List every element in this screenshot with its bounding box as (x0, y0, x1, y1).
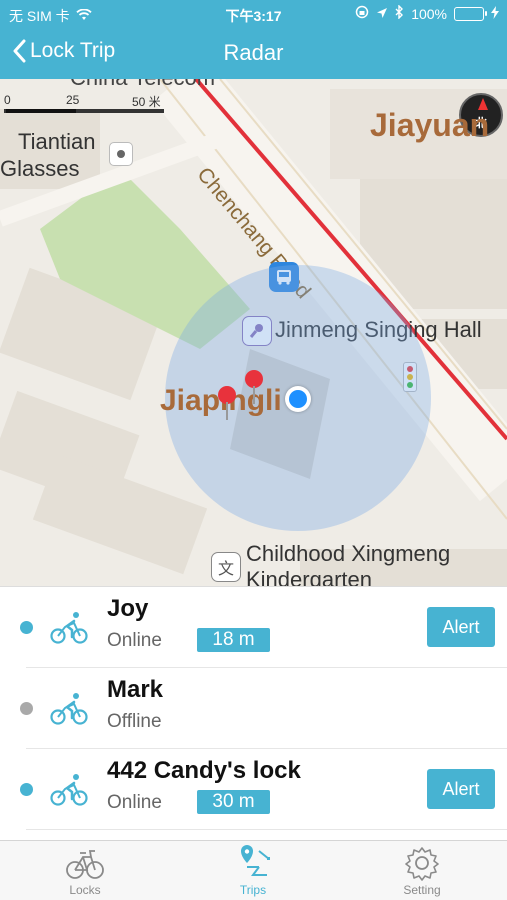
lock-name: Mark (107, 676, 164, 703)
alert-button[interactable]: Alert (427, 607, 495, 647)
lock-status: Offline (107, 711, 162, 732)
scale-tick-50: 50 米 (132, 95, 161, 109)
lock-list: Joy Online 18 m Alert Mark Offline 442 C… (0, 586, 507, 840)
alert-button[interactable]: Alert (427, 769, 495, 809)
map-route-icon (241, 845, 270, 876)
distance-badge: 18 m (197, 628, 270, 652)
battery-icon (454, 6, 487, 21)
tab-locks[interactable]: Locks (35, 845, 135, 899)
scale-tick-25: 25 (66, 93, 80, 107)
location-arrow-icon (376, 6, 388, 22)
bicycle-icon (50, 693, 88, 725)
offline-status-dot (20, 702, 33, 715)
map-label-jiayuan: Jiayuan (370, 107, 490, 143)
map-scale: 0 25 50 米 (4, 93, 174, 113)
map-view[interactable]: 0 25 50 米 北 China Telecom Tiantian Glass… (0, 79, 507, 586)
map-label-childhood: Childhood Xingmeng (246, 541, 451, 566)
school-poi-icon: 文 (211, 552, 241, 582)
tab-setting[interactable]: Setting (372, 845, 472, 899)
map-label-tiantian: Tiantian (18, 129, 96, 154)
school-poi-glyph: 文 (217, 561, 234, 578)
lock-status: Online (107, 630, 162, 651)
page-title: Radar (223, 40, 284, 65)
tab-trips[interactable]: Trips (203, 845, 303, 899)
distance-badge: 30 m (197, 790, 270, 814)
lock-name: Joy (107, 595, 149, 622)
top-bar: 无 SIM 卡 下午3:17 100% Lock Trip Radar (0, 0, 507, 79)
bicycle-icon (66, 850, 104, 879)
tab-label: Locks (69, 883, 101, 897)
battery-percent: 100% (411, 5, 447, 22)
lock-pin-marker[interactable] (245, 370, 263, 404)
status-bar: 无 SIM 卡 下午3:17 100% (0, 0, 507, 28)
list-item[interactable]: Mark Offline (0, 668, 507, 749)
tab-label: Trips (239, 883, 267, 897)
tab-label: Setting (403, 883, 441, 897)
lock-rotation-icon (355, 5, 369, 22)
shop-poi-icon (109, 142, 133, 166)
gear-icon (405, 847, 439, 881)
charging-icon (491, 5, 499, 22)
bicycle-icon (50, 774, 88, 806)
online-status-dot (20, 783, 33, 796)
map-label-china-telecom: China Telecom (70, 79, 215, 91)
lock-status: Online (107, 792, 162, 813)
scale-tick-0: 0 (4, 93, 11, 107)
map-label-kindergarten: Kindergarten (246, 567, 372, 586)
lock-name: 442 Candy's lock (107, 757, 301, 784)
tab-bar: Locks Trips Setting (0, 840, 507, 900)
list-item[interactable]: 442 Candy's lock Online 30 m Alert (0, 749, 507, 830)
current-location-marker (285, 386, 311, 412)
bluetooth-icon (395, 4, 404, 22)
map-label-glasses: Glasses (0, 156, 80, 181)
lock-pin-marker[interactable] (218, 386, 236, 420)
bicycle-icon (50, 612, 88, 644)
online-status-dot (20, 621, 33, 634)
status-right: 100% (355, 4, 499, 22)
list-item[interactable]: Joy Online 18 m Alert (0, 587, 507, 668)
nav-bar: Lock Trip Radar (0, 28, 507, 79)
